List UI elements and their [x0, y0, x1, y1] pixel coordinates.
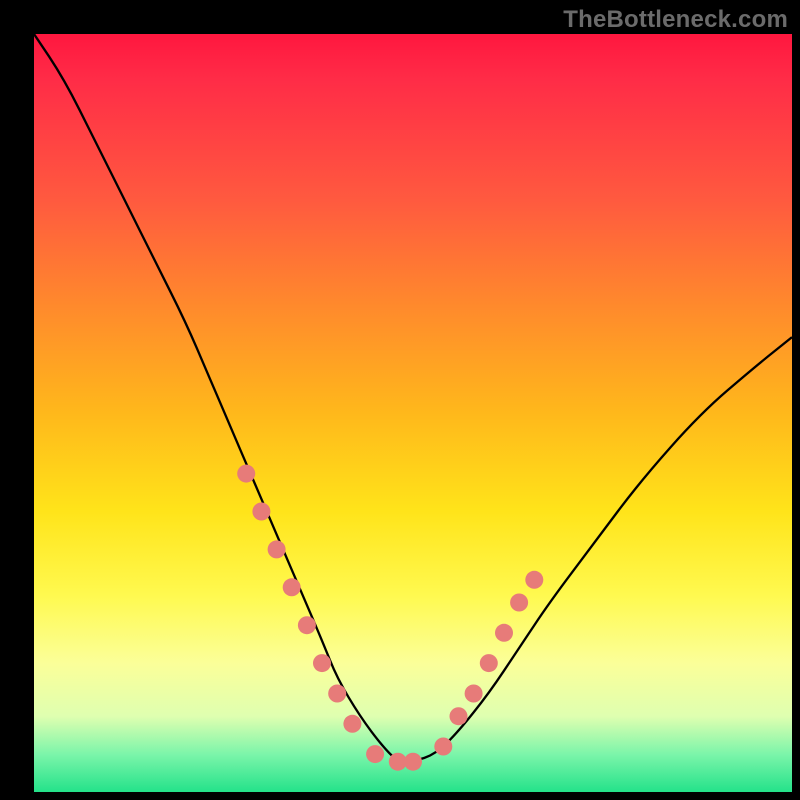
marker-dot	[283, 578, 301, 596]
curve-layer	[34, 34, 792, 792]
highlight-dots	[237, 465, 543, 771]
marker-dot	[450, 707, 468, 725]
marker-dot	[510, 594, 528, 612]
marker-dot	[495, 624, 513, 642]
marker-dot	[298, 616, 316, 634]
watermark-text: TheBottleneck.com	[563, 6, 788, 34]
marker-dot	[465, 685, 483, 703]
marker-dot	[434, 738, 452, 756]
chart-frame: TheBottleneck.com	[0, 0, 800, 800]
marker-dot	[252, 503, 270, 521]
marker-dot	[328, 685, 346, 703]
marker-dot	[525, 571, 543, 589]
plot-area	[34, 34, 792, 792]
marker-dot	[268, 540, 286, 558]
marker-dot	[237, 465, 255, 483]
marker-dot	[404, 753, 422, 771]
marker-dot	[343, 715, 361, 733]
marker-dot	[480, 654, 498, 672]
bottleneck-curve	[34, 34, 792, 762]
marker-dot	[313, 654, 331, 672]
marker-dot	[366, 745, 384, 763]
